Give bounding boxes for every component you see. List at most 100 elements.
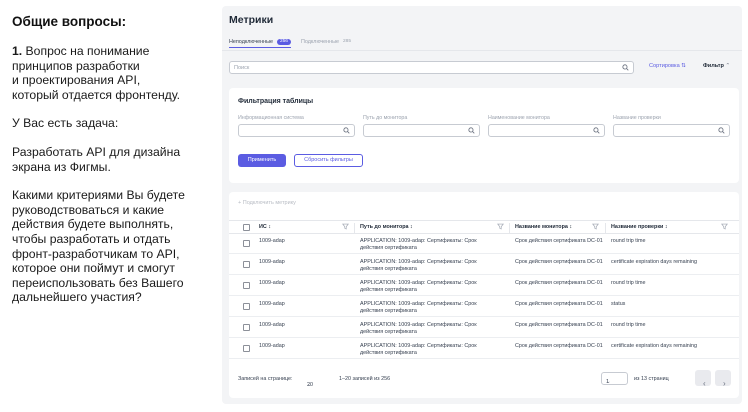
table-row[interactable]: 1009-adap APPLICATION: 1009-adap: Сертиф…: [229, 234, 739, 254]
search-icon: [622, 64, 629, 71]
filter-input-monitor[interactable]: [488, 124, 605, 137]
tab-connected[interactable]: Подключенные 285: [301, 36, 351, 48]
section-heading: Общие вопросы:: [12, 14, 127, 29]
cell-monitor: Срок действия сертификата DC-01: [515, 343, 603, 349]
search-icon: [343, 127, 350, 134]
chevron-left-icon: ‹: [703, 379, 706, 388]
metrics-table: + Подключить метрику ИС ↕ Путь до монито…: [229, 192, 739, 398]
table-row[interactable]: 1009-adap APPLICATION: 1009-adap: Сертиф…: [229, 339, 739, 359]
next-page-button[interactable]: ›: [715, 370, 731, 388]
cell-monitor: Срок действия сертификата DC-01: [515, 301, 603, 307]
column-divider: [354, 223, 355, 233]
reset-filters-button[interactable]: Сбросить фильтры: [294, 154, 363, 167]
column-header-monitor[interactable]: Название монитора ↕: [515, 224, 572, 230]
chevron-up-icon: ⌃: [725, 63, 731, 69]
filter-funnel-icon[interactable]: [721, 223, 728, 230]
row-checkbox[interactable]: [243, 345, 250, 352]
task-criteria: Какими критериями Вы будете руководствов…: [12, 188, 185, 305]
cell-monitor: Срок действия сертификата DC-01: [515, 280, 603, 286]
cell-check: round trip time: [611, 280, 646, 286]
table-row[interactable]: 1009-adap APPLICATION: 1009-adap: Сертиф…: [229, 255, 739, 275]
task-intro: У Вас есть задача:: [12, 116, 119, 131]
add-metric-button[interactable]: + Подключить метрику: [238, 200, 296, 206]
filter-input-path[interactable]: [363, 124, 480, 137]
question-text-column: Общие вопросы: 1. Вопрос на понимание пр…: [12, 14, 217, 319]
page-select[interactable]: 1 ⌄: [601, 372, 628, 385]
tab-divider: [222, 50, 742, 51]
filter-label-system: Информационная система: [238, 115, 304, 121]
cell-path: APPLICATION: 1009-adap: Сертификаты: Сро…: [360, 322, 477, 335]
filter-input-system[interactable]: [238, 124, 355, 137]
row-checkbox[interactable]: [243, 240, 250, 247]
search-icon: [593, 127, 600, 134]
column-divider: [605, 223, 606, 233]
select-all-checkbox[interactable]: [243, 224, 250, 231]
cell-is: 1009-adap: [259, 301, 285, 307]
filter-input-check[interactable]: [613, 124, 730, 137]
chevron-down-icon: ⌄: [307, 382, 312, 388]
task-design: Разработать API для дизайна экрана из Фи…: [12, 144, 181, 174]
cell-monitor: Срок действия сертификата DC-01: [515, 322, 603, 328]
column-divider: [509, 223, 510, 233]
filter-toggle-button[interactable]: Фильтр ⌃: [703, 63, 730, 69]
question-number: 1.: [12, 44, 23, 58]
table-row[interactable]: 1009-adap APPLICATION: 1009-adap: Сертиф…: [229, 318, 739, 338]
page-title: Метрики: [229, 14, 274, 26]
table-header: ИС ↕ Путь до монитора ↕ Название монитор…: [229, 220, 739, 234]
sort-icon: ⇅: [681, 63, 686, 69]
cell-path: APPLICATION: 1009-adap: Сертификаты: Сро…: [360, 238, 477, 251]
tab-count-badge: 285: [343, 39, 352, 44]
filter-label-path: Путь до монитора: [363, 115, 408, 121]
sort-button[interactable]: Сортировка ⇅: [649, 63, 686, 69]
filter-funnel-icon[interactable]: [497, 223, 504, 230]
search-input[interactable]: Поиск: [229, 61, 634, 74]
cell-check: certificate expiration days remaining: [611, 343, 697, 349]
filter-title: Фильтрация таблицы: [238, 98, 314, 105]
cell-check: round trip time: [611, 322, 646, 328]
column-header-path[interactable]: Путь до монитора ↕: [360, 224, 413, 230]
column-header-is[interactable]: ИС ↕: [259, 224, 271, 230]
per-page-label: Записей на странице:: [238, 376, 293, 382]
cell-monitor: Срок действия сертификата DC-01: [515, 259, 603, 265]
table-row[interactable]: 1009-adap APPLICATION: 1009-adap: Сертиф…: [229, 276, 739, 296]
question-body: Вопрос на понимание принципов разработки…: [12, 44, 181, 102]
cell-path: APPLICATION: 1009-adap: Сертификаты: Сро…: [360, 259, 477, 272]
cell-check: status: [611, 301, 626, 307]
row-checkbox[interactable]: [243, 303, 250, 310]
cell-path: APPLICATION: 1009-adap: Сертификаты: Сро…: [360, 301, 477, 314]
records-range: 1–20 записей из 256: [339, 376, 391, 382]
row-checkbox[interactable]: [243, 282, 250, 289]
apply-button[interactable]: Применить: [238, 154, 286, 167]
cell-monitor: Срок действия сертификата DC-01: [515, 238, 603, 244]
cell-path: APPLICATION: 1009-adap: Сертификаты: Сро…: [360, 343, 477, 356]
cell-check: certificate expiration days remaining: [611, 259, 697, 265]
search-icon: [468, 127, 475, 134]
filter-label: Фильтр: [703, 63, 724, 69]
table-row[interactable]: 1009-adap APPLICATION: 1009-adap: Сертиф…: [229, 297, 739, 317]
row-checkbox[interactable]: [243, 324, 250, 331]
cell-is: 1009-adap: [259, 322, 285, 328]
cell-path: APPLICATION: 1009-adap: Сертификаты: Сро…: [360, 280, 477, 293]
cell-is: 1009-adap: [259, 343, 285, 349]
pagination-footer: Записей на странице: 20 ⌄ 1–20 записей и…: [229, 370, 739, 390]
cell-is: 1009-adap: [259, 238, 285, 244]
filter-panel: Фильтрация таблицы Информационная систем…: [229, 88, 739, 183]
search-placeholder: Поиск: [234, 65, 250, 71]
search-icon: [718, 127, 725, 134]
metrics-app-screenshot: Метрики Неподключенные 256 Подключенные …: [222, 6, 742, 404]
prev-page-button[interactable]: ‹: [695, 370, 711, 388]
cell-check: round trip time: [611, 238, 646, 244]
tab-count-badge: 256: [276, 38, 291, 45]
tab-unconnected[interactable]: Неподключенные 256: [229, 36, 291, 48]
filter-label-monitor: Наименование монитора: [488, 115, 550, 121]
filter-funnel-icon[interactable]: [342, 223, 349, 230]
total-pages: из 13 страниц: [634, 376, 669, 382]
row-checkbox[interactable]: [243, 261, 250, 268]
column-header-check[interactable]: Название проверки ↕: [611, 224, 668, 230]
filter-funnel-icon[interactable]: [592, 223, 599, 230]
filter-label-check: Название проверки: [613, 115, 661, 121]
tab-label: Подключенные: [300, 39, 340, 45]
chevron-down-icon: ⌄: [606, 379, 611, 385]
tabs: Неподключенные 256 Подключенные 285: [229, 36, 351, 50]
question-paragraph: 1. Вопрос на понимание принципов разрабо…: [12, 44, 217, 102]
